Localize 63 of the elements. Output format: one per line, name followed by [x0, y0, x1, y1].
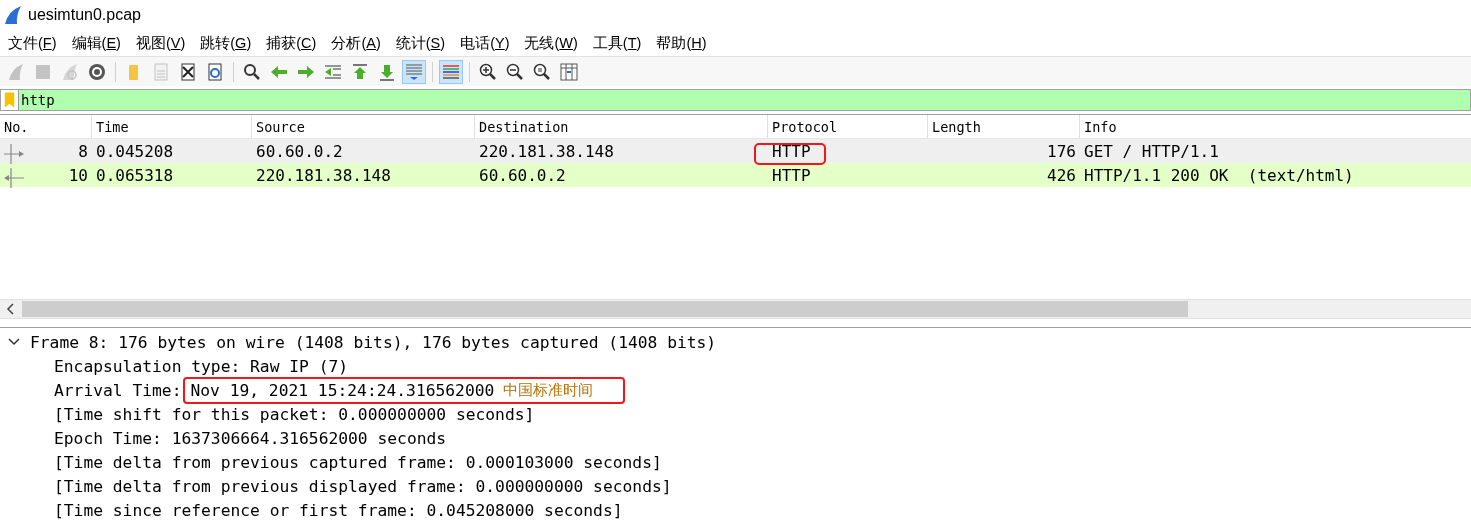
menu-item[interactable]: 工具(T)	[592, 33, 650, 53]
table-cell: 8	[78, 141, 88, 161]
menu-item[interactable]: 捕获(C)	[266, 33, 325, 53]
restart-icon	[60, 61, 80, 82]
response-arrow-icon	[2, 167, 26, 188]
detail-text: [Time delta from previous displayed frame: 0.000000000 seconds]	[54, 476, 672, 496]
detail-text: Epoch Time: 1637306664.316562000 seconds	[54, 428, 447, 448]
detail-text: Frame 8: 176 bytes on wire (1408 bits), 176 bytes captured (1408 bits)	[30, 332, 717, 352]
table-cell: GET / HTTP/1.1	[1084, 141, 1219, 161]
detail-value: Nov 19, 2021 15:24:24.316562000	[190, 380, 495, 400]
timezone-note: 中国标准时间	[503, 380, 594, 400]
menu-item[interactable]: 分析(A)	[331, 33, 389, 53]
detail-text: [Time shift for this packet: 0.000000000 seconds]	[54, 404, 535, 424]
zoom-in-icon	[478, 61, 498, 82]
document-icon	[151, 61, 171, 82]
packet-row[interactable]: 8 0.045208 60.60.0.2 220.181.38.148 HTTP 176 GET / HTTP/1.1	[0, 139, 1471, 163]
horizontal-scrollbar[interactable]	[0, 299, 1471, 319]
menu-item[interactable]: 编辑(E)	[71, 33, 129, 53]
detail-text: [Time delta from previous captured frame: 0.000103000 seconds]	[54, 452, 662, 472]
resize-columns-icon	[559, 61, 579, 82]
close-file-icon	[178, 61, 198, 82]
up-arrow-icon	[350, 61, 370, 82]
scrollbar-thumb[interactable]	[22, 301, 1188, 317]
menu-item[interactable]: 电话(Y)	[460, 33, 518, 53]
menu-item[interactable]: 统计(S)	[395, 33, 454, 53]
gear-icon	[87, 61, 107, 82]
table-cell: 220.181.38.148	[256, 165, 391, 185]
search-icon	[242, 61, 262, 82]
table-cell: 220.181.38.148	[479, 141, 614, 161]
table-cell: HTTP	[772, 165, 811, 185]
menu-item[interactable]: 无线(W)	[524, 33, 586, 53]
detail-text: Encapsulation type: Raw IP (7)	[54, 356, 349, 376]
menu-item[interactable]: 文件(F)	[8, 33, 65, 53]
shark-fin-icon	[6, 61, 26, 82]
menu-item[interactable]: 帮助(H)	[656, 33, 715, 53]
detail-text: Arrival Time:	[54, 380, 182, 400]
column-header[interactable]: Source	[252, 115, 475, 138]
table-cell: 60.60.0.2	[256, 141, 343, 161]
autoscroll-icon	[404, 61, 424, 82]
table-cell: HTTP	[772, 141, 811, 161]
table-cell: 426	[1047, 165, 1076, 185]
table-cell: 10	[68, 165, 88, 185]
reload-icon	[205, 61, 225, 82]
column-header[interactable]: Time	[92, 115, 252, 138]
column-header[interactable]: Destination	[475, 115, 768, 138]
shark-fin-icon	[4, 5, 22, 25]
table-cell: 176	[1047, 141, 1076, 161]
table-cell: 0.045208	[96, 141, 174, 161]
packet-row[interactable]: 10 0.065318 220.181.38.148 60.60.0.2 HTTP 426 HTTP/1.1 200 OK (text/html)	[0, 163, 1471, 187]
table-cell: 60.60.0.2	[479, 165, 566, 185]
table-cell: 0.065318	[96, 165, 174, 185]
column-header[interactable]: Length	[928, 115, 1080, 138]
zoom-out-icon	[505, 61, 525, 82]
zoom-reset-icon	[532, 61, 552, 82]
menu-item[interactable]: 跳转(G)	[200, 33, 260, 53]
detail-text: [Time since reference or first frame: 0.045208000 seconds]	[54, 500, 623, 520]
column-header[interactable]: Info	[1080, 115, 1471, 138]
column-header[interactable]: Protocol	[768, 115, 928, 138]
table-cell: HTTP/1.1 200 OK (text/html)	[1084, 165, 1354, 185]
request-arrow-icon	[2, 143, 26, 164]
column-header[interactable]: No.	[0, 115, 92, 138]
window-title: uesimtun0.pcap	[28, 6, 141, 24]
menu-item[interactable]: 视图(V)	[135, 33, 194, 53]
